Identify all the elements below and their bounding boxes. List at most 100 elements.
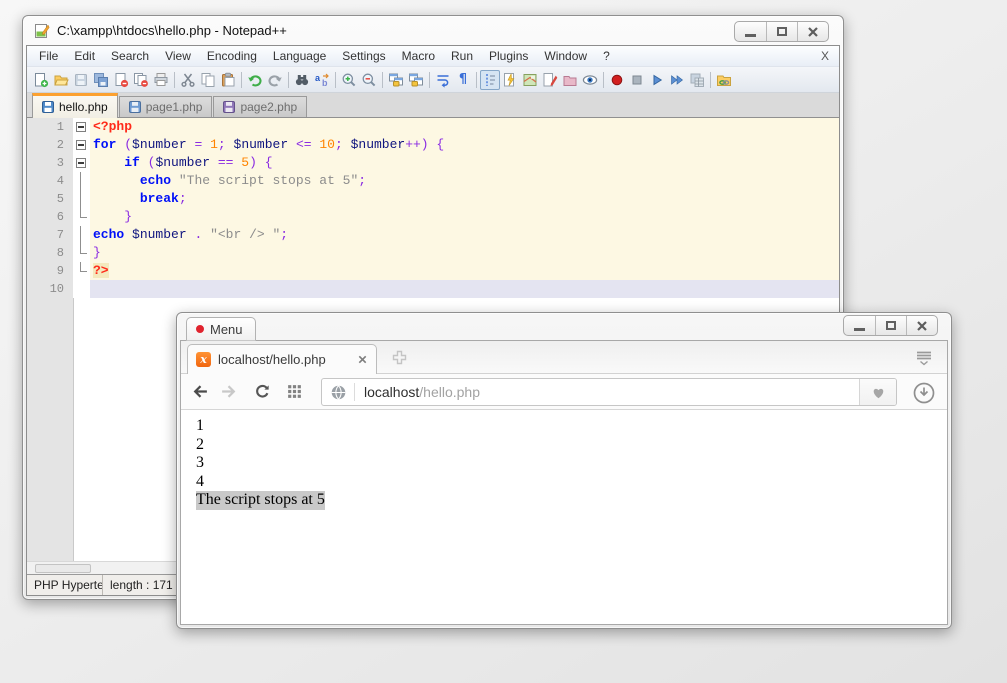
minimize-button[interactable] — [844, 316, 875, 335]
menu-item-run[interactable]: Run — [443, 47, 481, 65]
open-file-icon[interactable] — [51, 70, 71, 90]
document-map-icon[interactable] — [520, 70, 540, 90]
undo-icon[interactable] — [245, 70, 265, 90]
menu-item-search[interactable]: Search — [103, 47, 157, 65]
scrollbar-thumb[interactable] — [35, 564, 91, 573]
menu-item-language[interactable]: Language — [265, 47, 334, 65]
word-wrap-icon[interactable] — [433, 70, 453, 90]
code-line[interactable]: 7echo $number . "<br /> "; — [27, 226, 839, 244]
copy-icon[interactable] — [198, 70, 218, 90]
page-content[interactable]: 1234 The script stops at 5 — [181, 410, 947, 624]
opera-titlebar[interactable]: Menu — [180, 313, 948, 340]
download-icon — [912, 381, 936, 405]
menubar-close-document-button[interactable]: X — [821, 49, 835, 63]
url-divider — [354, 383, 355, 401]
fold-marker-open[interactable] — [73, 118, 90, 136]
fold-margin — [73, 280, 90, 298]
code-line[interactable]: 9?> — [27, 262, 839, 280]
forward-icon[interactable] — [217, 381, 239, 403]
speed-dial-icon[interactable] — [283, 381, 305, 403]
macro-stop-icon[interactable] — [627, 70, 647, 90]
menu-item-view[interactable]: View — [157, 47, 199, 65]
code-line[interactable]: 4 echo "The script stops at 5"; — [27, 172, 839, 190]
menu-item-window[interactable]: Window — [536, 47, 595, 65]
new-file-icon[interactable] — [31, 70, 51, 90]
desktop: { "notepad": { "title": "C:\\xampp\\htdo… — [0, 0, 1007, 683]
code-line[interactable]: 5 break; — [27, 190, 839, 208]
paste-icon[interactable] — [218, 70, 238, 90]
zoom-out-icon[interactable] — [359, 70, 379, 90]
save-file-icon[interactable] — [71, 70, 91, 90]
macro-playback-icon[interactable] — [647, 70, 667, 90]
svg-text:a: a — [315, 73, 321, 83]
back-icon[interactable] — [189, 381, 211, 403]
menu-item-macro[interactable]: Macro — [394, 47, 443, 65]
new-tab-icon[interactable] — [391, 349, 408, 366]
maximize-button[interactable] — [766, 22, 797, 41]
line-number: 7 — [27, 226, 73, 244]
maximize-button[interactable] — [875, 316, 906, 335]
cut-icon[interactable] — [178, 70, 198, 90]
function-list-icon[interactable] — [540, 70, 560, 90]
find-icon[interactable] — [292, 70, 312, 90]
user-defined-language-icon[interactable] — [500, 70, 520, 90]
code-line[interactable]: 2for ($number = 1; $number <= 10; $numbe… — [27, 136, 839, 154]
menu-item-plugins[interactable]: Plugins — [481, 47, 536, 65]
opera-window-controls — [843, 315, 938, 336]
opera-menu-button[interactable]: Menu — [186, 317, 256, 341]
redo-icon[interactable] — [265, 70, 285, 90]
notepad-menubar: FileEditSearchViewEncodingLanguageSettin… — [27, 46, 839, 67]
menu-item-edit[interactable]: Edit — [66, 47, 103, 65]
code-line[interactable]: 3 if ($number == 5) { — [27, 154, 839, 172]
code-line[interactable]: 8} — [27, 244, 839, 262]
line-number: 4 — [27, 172, 73, 190]
fold-marker-open[interactable] — [73, 136, 90, 154]
menu-item-file[interactable]: File — [31, 47, 66, 65]
tab-page2-php[interactable]: page2.php — [213, 96, 307, 117]
menu-item-settings[interactable]: Settings — [334, 47, 393, 65]
line-number: 10 — [27, 280, 73, 298]
code-line[interactable]: 6 } — [27, 208, 839, 226]
download-button[interactable] — [912, 381, 936, 405]
saved-file-icon — [223, 101, 235, 113]
bookmark-heart-button[interactable] — [859, 379, 896, 405]
close-file-icon[interactable] — [111, 70, 131, 90]
reload-icon[interactable] — [251, 381, 273, 403]
replace-icon[interactable]: ab — [312, 70, 332, 90]
tab-page1-php[interactable]: page1.php — [119, 96, 213, 117]
sync-vertical-scrolling-icon[interactable] — [386, 70, 406, 90]
save-all-icon[interactable] — [91, 70, 111, 90]
toolbar-separator — [335, 72, 336, 88]
show-all-characters-icon[interactable]: ¶ — [453, 70, 473, 90]
sync-horizontal-scrolling-icon[interactable] — [406, 70, 426, 90]
status-doc-type: PHP Hyperte — [27, 575, 103, 595]
browser-tab-localhost[interactable]: x localhost/hello.php — [187, 344, 377, 374]
show-indent-guide-icon[interactable] — [480, 70, 500, 90]
minimize-button[interactable] — [735, 22, 766, 41]
print-icon[interactable] — [151, 70, 171, 90]
tab-close-icon[interactable] — [357, 354, 368, 365]
document-switcher-icon[interactable] — [560, 70, 580, 90]
tab-menu-icon[interactable] — [915, 350, 933, 366]
macro-record-icon[interactable] — [607, 70, 627, 90]
close-button[interactable] — [797, 22, 828, 41]
menu-item-encoding[interactable]: Encoding — [199, 47, 265, 65]
tab-label: page2.php — [240, 100, 297, 114]
macro-save-icon[interactable] — [687, 70, 707, 90]
code-line[interactable]: 10 — [27, 280, 839, 298]
notepad-window-controls — [734, 21, 829, 42]
notepad-titlebar[interactable]: C:\xampp\htdocs\hello.php - Notepad++ — [26, 16, 840, 45]
close-button[interactable] — [906, 316, 937, 335]
macro-run-multiple-icon[interactable] — [667, 70, 687, 90]
fold-marker-open[interactable] — [73, 154, 90, 172]
explorer-launch-icon[interactable] — [714, 70, 734, 90]
close-all-files-icon[interactable] — [131, 70, 151, 90]
tab-hello-php[interactable]: hello.php — [32, 93, 118, 118]
menu-item-[interactable]: ? — [595, 47, 618, 65]
saved-file-icon — [129, 101, 141, 113]
monitoring-eye-icon[interactable] — [580, 70, 600, 90]
code-line[interactable]: 1<?php — [27, 118, 839, 136]
zoom-in-icon[interactable] — [339, 70, 359, 90]
close-icon — [916, 320, 928, 332]
address-bar[interactable]: localhost/hello.php — [321, 378, 897, 406]
